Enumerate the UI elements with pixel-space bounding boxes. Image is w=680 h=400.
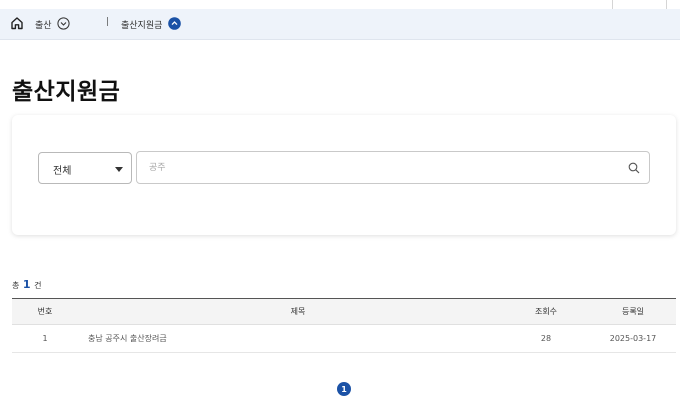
search-panel: 전체 (12, 115, 676, 235)
results-table: 번호 제목 조회수 등록일 1 충남 공주시 출산장려금 28 2025-03-… (12, 298, 676, 353)
header-title: 제목 (290, 307, 306, 316)
category-select-value: 전체 (53, 166, 72, 177)
top-strip (0, 0, 680, 9)
row-no: 1 (42, 334, 48, 343)
table-row[interactable]: 1 충남 공주시 출산장려금 28 2025-03-17 (12, 325, 676, 353)
page-title: 출산지원금 (12, 79, 121, 105)
top-divider (666, 0, 667, 9)
header-no: 번호 (37, 307, 53, 316)
caret-down-icon (115, 167, 123, 172)
result-count-prefix: 총 (12, 281, 20, 290)
result-count: 총 1 건 (12, 278, 42, 291)
breadcrumb-separator: | (106, 17, 110, 27)
chevron-down-circle-icon[interactable] (57, 17, 70, 30)
row-title-link[interactable]: 충남 공주시 출산장려금 (88, 325, 528, 352)
result-count-number: 1 (22, 278, 31, 291)
result-count-suffix: 건 (34, 281, 42, 290)
category-select[interactable]: 전체 (38, 152, 132, 184)
breadcrumb-level1[interactable]: 출산 (35, 18, 52, 31)
search-field (136, 151, 650, 184)
header-views: 조회수 (534, 307, 558, 316)
header-date: 등록일 (621, 307, 645, 316)
pagination-page-current[interactable]: 1 (337, 382, 351, 396)
search-icon[interactable] (628, 162, 640, 174)
breadcrumb-level2[interactable]: 출산지원금 (121, 18, 162, 31)
row-date: 2025-03-17 (609, 334, 657, 343)
home-icon[interactable] (10, 16, 24, 30)
breadcrumb: 출산 | 출산지원금 (0, 9, 680, 40)
chevron-up-circle-icon[interactable] (168, 17, 181, 30)
search-input[interactable] (149, 160, 609, 176)
table-header: 번호 제목 조회수 등록일 (12, 298, 676, 325)
row-views: 28 (540, 334, 552, 343)
top-divider (612, 0, 613, 9)
